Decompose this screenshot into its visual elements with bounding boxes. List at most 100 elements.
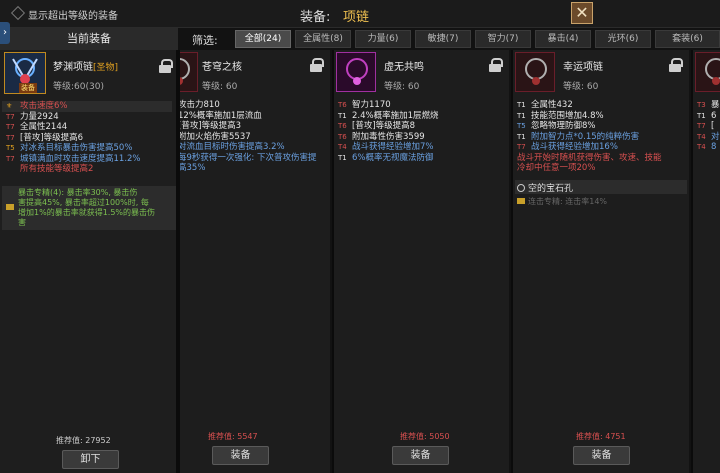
set-bonus-label: 连击专精: 连击率14%	[528, 197, 608, 206]
stat-line: 附加火焰伤害5537	[178, 131, 251, 143]
stat-tier: T1	[517, 101, 526, 109]
equip-button[interactable]: 装备	[392, 446, 449, 465]
stat-text: 附加火焰伤害5537	[178, 131, 251, 142]
stat-text: 城镇满血时攻击速度提高11.2%	[20, 153, 141, 164]
stat-line: T4 8	[697, 142, 716, 153]
necklace-icon	[525, 58, 547, 85]
stat-line: T1 6%概率无视魔法防御	[338, 153, 434, 164]
stat-tier: T7	[517, 143, 526, 151]
show-over-level-label[interactable]: 显示超出等级的装备	[28, 7, 118, 22]
stat-text: 6	[711, 110, 717, 121]
filter-tab[interactable]: 套装(6)	[655, 30, 720, 48]
item-card[interactable]: 虚无共鸣 等级: 60 T6 智力1170 T1 2.4%概率施加1层燃烧 T6 [普攻]等级…	[332, 50, 509, 473]
item-icon[interactable]	[336, 52, 376, 92]
filter-tab[interactable]: 暴击(4)	[535, 30, 591, 48]
stat-text: 战斗开始时随机获得伤害、攻速、技能	[517, 152, 662, 163]
necklace-icon	[346, 58, 368, 85]
filter-tab[interactable]: 智力(7)	[475, 30, 531, 48]
stat-tier: T7	[6, 112, 15, 121]
necklace-icon	[180, 58, 190, 85]
close-button[interactable]: ✕	[571, 2, 593, 24]
stat-text: 智力1170	[352, 100, 391, 110]
stat-line: T6 附加毒性伤害3599	[338, 132, 425, 143]
stat-tier: T6	[338, 132, 347, 141]
filter-tab[interactable]: 力量(6)	[355, 30, 411, 48]
stat-tier: ⚜	[6, 102, 13, 110]
item-icon[interactable]	[180, 52, 198, 92]
item-icon[interactable]	[515, 52, 555, 92]
stat-line: T1 技能范围增加4.8%	[517, 111, 604, 122]
stat-tier: T1	[517, 132, 526, 141]
stat-text: 每9秒获得一次强化: 下次普攻伤害提	[178, 152, 317, 163]
lock-icon[interactable]	[669, 58, 683, 72]
stat-text: 战斗获得经验增加7%	[352, 142, 434, 152]
stat-text: 2.4%概率施加1层燃烧	[352, 110, 439, 121]
stat-tier: T4	[697, 143, 706, 151]
stat-text: 战斗获得经验增加16%	[531, 142, 618, 152]
stat-line: T1 附加智力点*0.15的纯粹伤害	[517, 132, 639, 143]
filter-tab[interactable]: 全部(24)	[235, 30, 291, 48]
stat-text: 对冰系目标暴击伤害提高50%	[20, 143, 133, 153]
gem-slot[interactable]: 空的宝石孔	[517, 181, 573, 194]
stat-tier: T1	[697, 111, 706, 120]
stat-line: T4 战斗获得经验增加7%	[338, 142, 434, 153]
item-level: 等级: 60	[384, 82, 420, 92]
stat-text: 对	[711, 131, 720, 142]
stat-tier: T1	[338, 153, 347, 162]
current-recommend-value: 推荐值: 27952	[56, 436, 111, 445]
collapse-panel-tab[interactable]: ›	[0, 22, 10, 44]
stat-line: T6 智力1170	[338, 100, 391, 111]
recommend-value: 推荐值: 5050	[400, 432, 450, 441]
current-set-bonus: 暴击专精(4): 暴击率30%, 暴击伤 害提高45%, 暴击率超过100%时,…	[2, 186, 176, 230]
stat-line: T7 城镇满血时攻击速度提高11.2%	[6, 154, 141, 165]
stat-text: 攻击力810	[178, 100, 220, 110]
stat-text: 全属性2144	[20, 122, 68, 132]
filter-tab[interactable]: 光环(6)	[595, 30, 651, 48]
stat-line: 攻击力810	[178, 100, 220, 111]
item-name: 幸运项链	[563, 62, 603, 73]
lock-icon[interactable]	[159, 59, 173, 73]
stat-line: 12%概率施加1层流血	[180, 111, 262, 122]
current-item-icon[interactable]: 装备	[4, 52, 46, 94]
lock-icon[interactable]	[489, 58, 503, 72]
stat-text: [普攻]等级提高3	[178, 121, 242, 131]
stat-text: 6%概率无视魔法防御	[352, 152, 434, 163]
current-item-name: 梦渊项链[圣物]	[53, 62, 119, 73]
stat-text: 冷却中任意一项20%	[517, 163, 596, 173]
filter-tab[interactable]: 敏捷(7)	[415, 30, 471, 48]
stat-text: 技能范围增加4.8%	[531, 110, 604, 121]
stat-line: T7 [普攻]等级提高6	[6, 133, 83, 144]
lock-icon[interactable]	[310, 58, 324, 72]
stat-tier: T5	[517, 122, 526, 130]
recommend-value: 推荐值: 4751	[576, 432, 626, 441]
stat-line: T1 6	[697, 111, 716, 122]
equip-button[interactable]: 装备	[212, 446, 269, 465]
stat-text: 暴	[711, 100, 720, 110]
stat-line: T3 暴	[697, 100, 720, 111]
item-card[interactable]: 苍穹之核 等级: 60 攻击力810 12%概率施加1层流血 [普攻]等级提高3 附加火焰…	[178, 50, 330, 473]
stat-text: 高35%	[178, 163, 206, 173]
stat-tier: T3	[697, 101, 706, 109]
item-name: 虚无共鸣	[384, 62, 424, 73]
set-bonus-icon	[517, 198, 525, 204]
stat-tier: T4	[338, 143, 347, 151]
item-card[interactable]: T3 暴 T1 6 T7 [T4 对 T4 8	[691, 50, 720, 473]
stat-tier: T7	[6, 123, 15, 131]
filter-tab[interactable]: 全属性(8)	[295, 30, 351, 48]
stat-line: T1 全属性432	[517, 100, 573, 111]
item-card[interactable]: 幸运项链 等级: 60 T1 全属性432 T1 技能范围增加4.8% T5 忽略物理防御8%…	[511, 50, 689, 473]
stat-text: 8	[711, 142, 717, 152]
stat-text: 全属性432	[531, 100, 573, 110]
unequip-button[interactable]: 卸下	[62, 450, 119, 469]
item-icon[interactable]	[695, 52, 720, 92]
item-level: 等级: 60	[563, 82, 599, 92]
stat-text: [普攻]等级提高6	[20, 132, 84, 143]
equip-button[interactable]: 装备	[573, 446, 630, 465]
stat-line: T5 对冰系目标暴击伤害提高50%	[6, 143, 132, 154]
equipped-badge: 装备	[19, 83, 37, 93]
stat-text: 所有技能等级提高2	[20, 164, 94, 174]
set-bonus-text: 害	[18, 218, 26, 227]
stat-tier: T1	[338, 111, 347, 120]
stat-tier: T4	[697, 132, 706, 141]
stat-line: 冷却中任意一项20%	[517, 163, 595, 174]
